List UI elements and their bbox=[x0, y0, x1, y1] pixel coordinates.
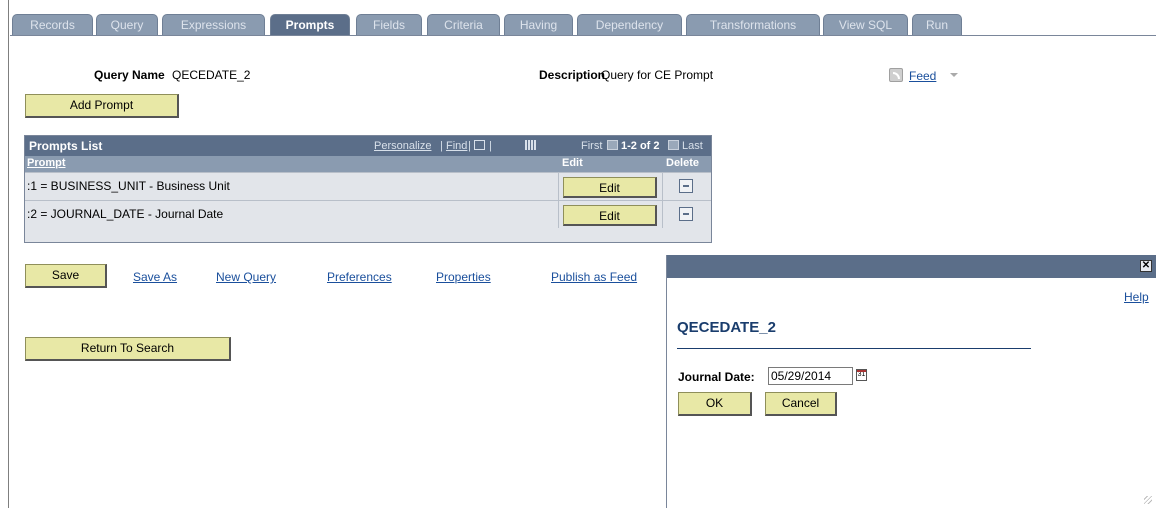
tab-criteria[interactable]: Criteria bbox=[427, 14, 500, 35]
close-icon[interactable]: ✕ bbox=[1140, 260, 1152, 272]
chevron-down-icon[interactable] bbox=[950, 73, 958, 77]
column-divider bbox=[662, 173, 663, 200]
tab-view-sql[interactable]: View SQL bbox=[823, 14, 908, 35]
prompt-dialog: ✕ Help QECEDATE_2 Journal Date: 31 OK Ca… bbox=[666, 255, 1156, 508]
description-label: Description bbox=[539, 68, 606, 82]
tab-query[interactable]: Query bbox=[96, 14, 158, 35]
add-prompt-button[interactable]: Add Prompt bbox=[25, 94, 179, 118]
return-to-search-button[interactable]: Return To Search bbox=[25, 337, 231, 361]
tab-having[interactable]: Having bbox=[504, 14, 573, 35]
journal-date-label: Journal Date: bbox=[678, 370, 755, 384]
dialog-title-bar[interactable] bbox=[667, 255, 1156, 278]
separator: | bbox=[468, 140, 471, 152]
personalize-link[interactable]: Personalize bbox=[374, 140, 431, 152]
separator: | bbox=[489, 140, 492, 152]
publish-as-feed-link[interactable]: Publish as Feed bbox=[551, 270, 637, 284]
first-label: First bbox=[581, 140, 603, 152]
column-header-delete: Delete bbox=[666, 157, 700, 169]
find-link[interactable]: Find bbox=[446, 140, 467, 152]
title-divider bbox=[677, 348, 1031, 349]
grid-title-bar: Prompts List Personalize | Find | | Firs… bbox=[25, 136, 711, 156]
column-header-prompt[interactable]: Prompt bbox=[27, 157, 66, 169]
save-as-link[interactable]: Save As bbox=[133, 270, 177, 284]
page-frame-border bbox=[8, 0, 9, 508]
prompts-grid: Prompts List Personalize | Find | | Firs… bbox=[24, 135, 712, 243]
row-range: 1-2 of 2 bbox=[621, 140, 660, 152]
edit-button[interactable]: Edit bbox=[563, 205, 657, 226]
tab-fields[interactable]: Fields bbox=[356, 14, 422, 35]
ok-button[interactable]: OK bbox=[678, 392, 752, 416]
delete-row-icon[interactable] bbox=[679, 207, 693, 221]
tab-expressions[interactable]: Expressions bbox=[162, 14, 265, 35]
tab-transformations[interactable]: Transformations bbox=[686, 14, 820, 35]
feed-link[interactable]: Feed bbox=[909, 69, 936, 83]
new-query-link[interactable]: New Query bbox=[216, 270, 276, 284]
column-divider bbox=[662, 201, 663, 228]
save-button[interactable]: Save bbox=[25, 264, 107, 288]
tab-records[interactable]: Records bbox=[12, 14, 93, 35]
separator: | bbox=[440, 140, 443, 152]
column-divider bbox=[558, 173, 559, 200]
last-label: Last bbox=[682, 140, 703, 152]
view-all-icon[interactable] bbox=[474, 140, 485, 150]
query-name-label: Query Name bbox=[94, 68, 165, 82]
next-icon[interactable] bbox=[668, 140, 679, 150]
description-value: Query for CE Prompt bbox=[601, 68, 714, 82]
grid-header-row: Prompt Edit Delete bbox=[25, 156, 711, 172]
help-link[interactable]: Help bbox=[1124, 290, 1149, 304]
preferences-link[interactable]: Preferences bbox=[327, 270, 392, 284]
tab-dependency[interactable]: Dependency bbox=[577, 14, 682, 35]
resize-grip-icon[interactable] bbox=[1144, 496, 1152, 504]
previous-icon[interactable] bbox=[607, 140, 618, 150]
tab-run[interactable]: Run bbox=[912, 14, 962, 35]
tab-prompts[interactable]: Prompts bbox=[270, 14, 350, 35]
table-row: :2 = JOURNAL_DATE - Journal Date Edit bbox=[25, 200, 711, 228]
download-grid-icon[interactable] bbox=[525, 140, 536, 150]
delete-row-icon[interactable] bbox=[679, 179, 693, 193]
cancel-button[interactable]: Cancel bbox=[765, 392, 837, 416]
prompt-cell: :2 = JOURNAL_DATE - Journal Date bbox=[27, 207, 224, 221]
rss-feed-icon[interactable] bbox=[889, 68, 903, 82]
edit-button[interactable]: Edit bbox=[563, 177, 657, 198]
calendar-icon[interactable]: 31 bbox=[856, 369, 867, 381]
table-row: :1 = BUSINESS_UNIT - Business Unit Edit bbox=[25, 172, 711, 200]
tab-bar-baseline bbox=[10, 35, 1156, 36]
grid-title: Prompts List bbox=[29, 139, 103, 153]
prompt-cell: :1 = BUSINESS_UNIT - Business Unit bbox=[27, 179, 230, 193]
column-divider bbox=[558, 201, 559, 228]
tab-bar: Records Query Expressions Prompts Fields… bbox=[10, 12, 1156, 36]
properties-link[interactable]: Properties bbox=[436, 270, 491, 284]
journal-date-input[interactable] bbox=[768, 367, 853, 385]
dialog-title: QECEDATE_2 bbox=[677, 319, 776, 336]
query-name-value: QECEDATE_2 bbox=[172, 68, 251, 82]
column-header-edit: Edit bbox=[562, 157, 583, 169]
